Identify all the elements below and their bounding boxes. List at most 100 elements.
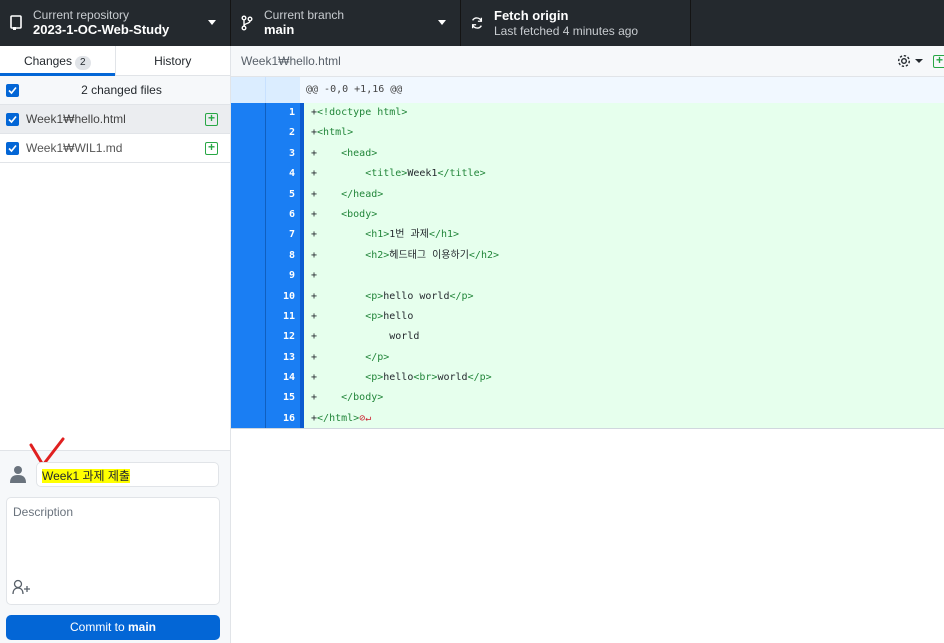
diff-lines: 1 +<!doctype html> 2 +<html> 3 + <head> 4 + <ti…: [231, 103, 944, 430]
old-line-number: [231, 327, 265, 348]
old-line-number: [231, 245, 265, 267]
fetch-origin-button[interactable]: Fetch origin Last fetched 4 minutes ago: [461, 0, 691, 46]
hunk-header: @@ -0,0 +1,16 @@: [231, 77, 944, 103]
gear-icon: [897, 54, 911, 68]
code-text: + <p>hello: [304, 306, 944, 328]
changed-files-count: 2 changed files: [81, 83, 162, 97]
file-name: Week1₩WIL1.md: [26, 141, 123, 155]
chevron-down-icon: [438, 20, 446, 25]
file-added-icon: +: [205, 112, 218, 126]
diff-line[interactable]: 15 + </body>: [231, 388, 944, 409]
chevron-down-icon: [915, 59, 923, 63]
no-newline-icon: ⊘↵: [359, 412, 372, 424]
diff-line[interactable]: 7 + <h1>1번 과제</h1>: [231, 225, 944, 246]
commit-panel: Week1 과제 제출 Description Commit to main: [0, 437, 230, 643]
fetch-label: Fetch origin: [494, 8, 569, 23]
diff-line[interactable]: 14 + <p>hello<br>world</p>: [231, 368, 944, 389]
new-line-number: 5: [265, 184, 300, 205]
new-line-number: 15: [265, 388, 300, 409]
select-all-checkbox[interactable]: [6, 83, 19, 97]
diff-line[interactable]: 6 + <body>: [231, 204, 944, 226]
summary-text: Week1 과제 제출: [42, 469, 130, 483]
new-line-number: 11: [265, 306, 300, 328]
code-text: + world: [304, 327, 944, 348]
old-line-number: [231, 266, 265, 287]
code-text: +: [304, 266, 944, 287]
branch-label: Current branch: [264, 8, 345, 22]
commit-description-input[interactable]: Description: [6, 497, 220, 605]
diff-line[interactable]: 5 + </head>: [231, 184, 944, 205]
file-added-icon: +: [205, 141, 218, 155]
old-line-number: [231, 103, 265, 124]
new-line-number: 10: [265, 286, 300, 307]
old-line-number: [231, 347, 265, 369]
file-item[interactable]: Week1₩WIL1.md +: [0, 134, 230, 163]
old-line-number: [231, 368, 265, 389]
file-name: Week1₩hello.html: [26, 112, 126, 126]
changes-count-badge: 2: [74, 56, 91, 70]
old-line-number: [231, 164, 265, 185]
code-text: + <body>: [304, 204, 944, 226]
diff-line[interactable]: 2 +<html>: [231, 123, 944, 144]
file-item[interactable]: Week1₩hello.html +: [0, 105, 230, 134]
repo-icon: [9, 15, 23, 31]
new-line-number: 4: [265, 164, 300, 185]
file-checkbox[interactable]: [6, 141, 19, 155]
code-text: +</html>⊘↵: [304, 408, 944, 429]
new-line-number: 1: [265, 103, 300, 124]
add-coauthor-icon[interactable]: [12, 579, 32, 598]
old-line-number: [231, 225, 265, 246]
diff-file-path: Week1₩hello.html: [241, 54, 341, 68]
tab-history[interactable]: History: [116, 46, 231, 75]
sync-icon: [470, 15, 484, 31]
current-branch-button[interactable]: Current branch main: [231, 0, 461, 46]
old-line-number: [231, 408, 265, 429]
tab-label: Changes: [23, 54, 72, 68]
old-line-number: [231, 204, 265, 226]
old-line-number: [231, 388, 265, 409]
commit-branch: main: [128, 620, 157, 634]
file-checkbox[interactable]: [6, 112, 19, 126]
repo-label: Current repository: [33, 8, 130, 22]
new-line-number: 12: [265, 327, 300, 348]
new-line-number: 16: [265, 408, 300, 429]
diff-line[interactable]: 1 +<!doctype html>: [231, 103, 944, 124]
commit-summary-input[interactable]: Week1 과제 제출: [36, 462, 219, 487]
branch-icon: [240, 15, 254, 31]
old-line-number: [231, 306, 265, 328]
diff-line[interactable]: 9 +: [231, 266, 944, 287]
new-line-number: 13: [265, 347, 300, 369]
diff-line[interactable]: 3 + <head>: [231, 143, 944, 165]
new-line-number: 6: [265, 204, 300, 226]
diff-line[interactable]: 12 + world: [231, 327, 944, 348]
sidebar: Changes 2 History 2 changed files Week1₩h…: [0, 46, 231, 643]
repo-name: 2023-1-OC-Web-Study: [33, 22, 170, 37]
new-line-number: 2: [265, 123, 300, 144]
new-line-number: 3: [265, 143, 300, 165]
chevron-down-icon: [208, 20, 216, 25]
new-line-number: 7: [265, 225, 300, 246]
code-text: + <p>hello world</p>: [304, 286, 944, 307]
commit-button-label: Commit to: [69, 620, 128, 634]
diff-line[interactable]: 4 + <title>Week1</title>: [231, 164, 944, 185]
commit-button[interactable]: Commit to main: [6, 615, 220, 640]
file-added-icon: +: [933, 54, 944, 68]
code-text: + <title>Week1</title>: [304, 164, 944, 185]
description-placeholder: Description: [13, 505, 74, 519]
diff-view: Week1₩hello.html + @@ -0,0 +1,16 @@ 1 +<!…: [231, 46, 944, 643]
diff-line[interactable]: 13 + </p>: [231, 347, 944, 369]
diff-line[interactable]: 8 + <h2>헤드태그 이용하기</h2>: [231, 245, 944, 267]
code-text: + </head>: [304, 184, 944, 205]
hunk-text: @@ -0,0 +1,16 @@: [300, 77, 944, 103]
diff-settings-button[interactable]: [896, 53, 923, 69]
diff-line[interactable]: 11 + <p>hello: [231, 306, 944, 328]
new-line-number: 9: [265, 266, 300, 287]
diff-line[interactable]: 16 +</html>⊘↵: [231, 408, 944, 430]
diff-line[interactable]: 10 + <p>hello world</p>: [231, 286, 944, 307]
tab-label: History: [154, 54, 192, 68]
last-fetched: Last fetched 4 minutes ago: [494, 24, 639, 38]
code-text: + </body>: [304, 388, 944, 409]
current-repository-button[interactable]: Current repository 2023-1-OC-Web-Study: [0, 0, 231, 46]
code-text: +<!doctype html>: [304, 103, 944, 124]
tab-changes[interactable]: Changes 2: [0, 46, 116, 76]
